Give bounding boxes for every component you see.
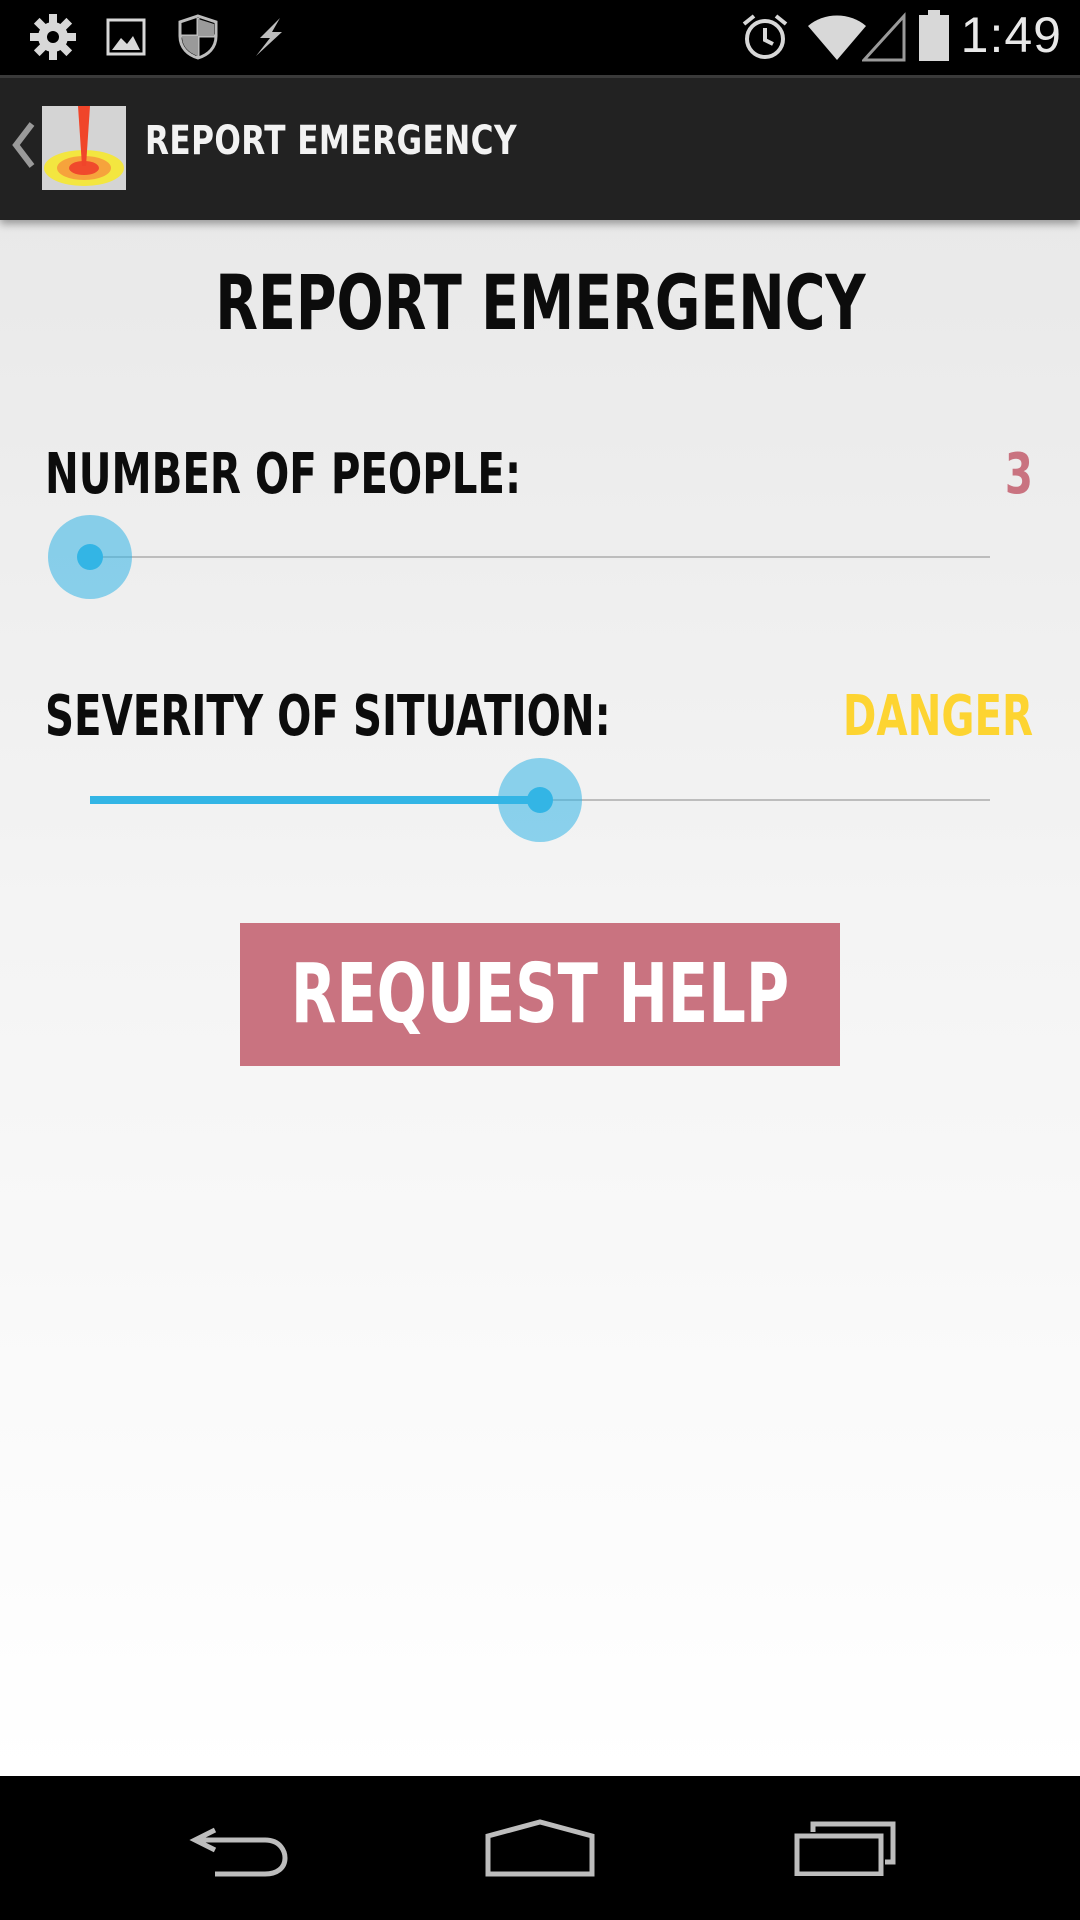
people-label: NUMBER OF PEOPLE: bbox=[45, 442, 522, 507]
severity-slider[interactable] bbox=[90, 755, 990, 845]
nav-bar bbox=[0, 1776, 1080, 1920]
screen: 1:49 REPORT EMERGENCY REPORT EMERGENCY N… bbox=[0, 0, 1080, 1920]
severity-slider-thumb-dot bbox=[527, 787, 553, 813]
page-title: REPORT EMERGENCY bbox=[214, 258, 866, 347]
back-icon[interactable] bbox=[140, 1776, 340, 1920]
gallery-icon bbox=[106, 18, 146, 61]
action-bar: REPORT EMERGENCY bbox=[0, 75, 1080, 220]
clock: 1:49 bbox=[960, 7, 1062, 63]
request-help-button[interactable]: REQUEST HELP bbox=[240, 923, 840, 1066]
alarm-icon bbox=[740, 12, 790, 67]
signal-icon bbox=[860, 12, 906, 67]
severity-slider-fill bbox=[90, 796, 540, 804]
chevron-left-icon[interactable] bbox=[10, 120, 36, 170]
home-icon[interactable] bbox=[440, 1776, 640, 1920]
people-slider-track bbox=[90, 556, 990, 558]
shield-icon bbox=[176, 14, 220, 65]
wifi-icon bbox=[806, 12, 868, 67]
status-bar: 1:49 bbox=[0, 0, 1080, 75]
page-title-container: REPORT EMERGENCY bbox=[0, 258, 1080, 347]
severity-label: SEVERITY OF SITUATION: bbox=[45, 684, 611, 749]
emergency-app-icon[interactable] bbox=[42, 106, 126, 190]
severity-value: DANGER bbox=[842, 684, 1033, 749]
bolt-icon bbox=[246, 14, 292, 65]
people-slider[interactable] bbox=[48, 512, 990, 602]
recents-icon[interactable] bbox=[745, 1776, 945, 1920]
content: REPORT EMERGENCY NUMBER OF PEOPLE: 3 SEV… bbox=[0, 220, 1080, 1776]
request-help-label: REQUEST HELP bbox=[290, 947, 790, 1042]
settings-icon bbox=[28, 12, 78, 67]
people-slider-thumb-dot bbox=[77, 544, 103, 570]
people-value: 3 bbox=[1004, 442, 1033, 507]
battery-icon bbox=[918, 10, 950, 67]
action-bar-title: REPORT EMERGENCY bbox=[145, 118, 517, 164]
